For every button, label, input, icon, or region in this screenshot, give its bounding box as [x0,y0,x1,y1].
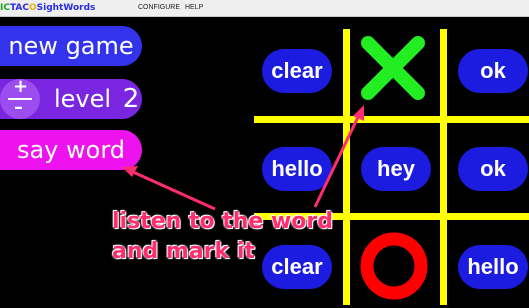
board-cell-word[interactable]: ok [458,147,528,191]
app-title-part: SightWords [36,3,96,13]
level-value: 2 [122,84,140,114]
cell-word: hello [467,254,519,279]
level-display: level 2 [54,79,139,119]
app-title-part: O [28,3,37,13]
level-label: level [54,85,112,113]
cell-word: hey [377,156,415,181]
menu-configure[interactable]: CONFIGURE [138,0,180,16]
o-mark-icon [360,232,428,300]
say-word-button[interactable]: say word [0,130,142,170]
board-cell-word[interactable]: hey [361,147,431,191]
x-mark-icon [361,36,425,100]
board-cell-word[interactable]: hello [458,245,528,289]
minus-icon: – [14,97,23,118]
annotation-text: listen to the word and mark it [112,207,333,267]
level-adjust-knob: + – [0,76,40,119]
menu-bar: ICTACOSightWords CONFIGURE HELP [0,0,529,17]
app-title-part: TAC [9,3,29,13]
menu-help[interactable]: HELP [185,0,203,16]
board-cell-word[interactable]: hello [262,147,332,191]
board-cell-marked [357,229,431,303]
new-game-label: new game [8,32,134,60]
say-word-label: say word [16,136,126,164]
level-plus-button[interactable]: + [0,76,40,99]
app-title-part: IC [0,3,10,13]
annotation-line-2: and mark it [112,239,255,264]
board-cell-word[interactable]: ok [458,49,528,93]
cell-word: clear [271,58,323,83]
grid-line-vertical-left [343,29,350,305]
new-game-button[interactable]: new game [0,26,142,66]
app-title: ICTACOSightWords [0,0,95,16]
board-cell-marked [356,31,430,105]
level-control: + – level 2 [0,76,142,119]
grid-line-horizontal-top [254,116,529,123]
board-cell-word[interactable]: clear [262,49,332,93]
grid-line-vertical-right [440,29,447,305]
annotation-line-1: listen to the word [112,209,334,234]
game-area: new game + – level 2 say word clear ok h… [0,17,529,305]
cell-word: ok [480,58,506,83]
level-minus-button[interactable]: – [0,97,40,119]
cell-word: hello [271,156,323,181]
cell-word: ok [480,156,506,181]
plus-icon: + [13,76,29,97]
